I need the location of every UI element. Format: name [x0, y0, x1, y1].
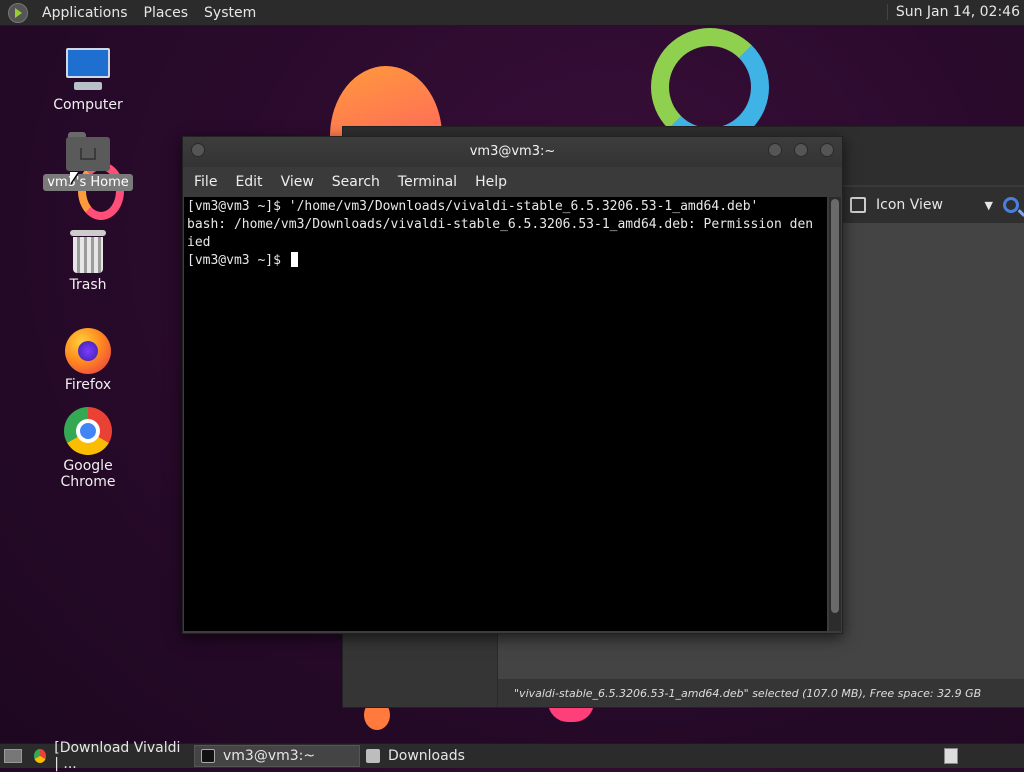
file-manager-toolbar: Icon View ▼: [840, 187, 1024, 223]
menu-terminal[interactable]: Terminal: [389, 174, 466, 190]
chrome-icon: [64, 407, 112, 455]
taskbar-item-label: [Download Vivaldi | ...: [54, 740, 181, 772]
maximize-button[interactable]: [794, 143, 808, 157]
menu-system[interactable]: System: [196, 5, 264, 21]
desktop-icon-home[interactable]: vm3's Home: [38, 132, 138, 191]
taskbar-item-terminal[interactable]: vm3@vm3:~: [194, 745, 360, 767]
desktop-icon-trash[interactable]: Trash: [38, 230, 138, 294]
show-desktop-icon[interactable]: [4, 749, 22, 763]
close-button[interactable]: [820, 143, 834, 157]
terminal-line: bash: /home/vm3/Downloads/vivaldi-stable…: [187, 217, 814, 232]
taskbar-item-browser[interactable]: [Download Vivaldi | ...: [28, 740, 194, 772]
chevron-down-icon[interactable]: ▼: [985, 199, 993, 212]
desktop-icon-label: Trash: [69, 277, 107, 293]
bottom-taskbar: [Download Vivaldi | ... vm3@vm3:~ Downlo…: [0, 740, 1024, 772]
desktop-icon-label: vm3's Home: [43, 174, 133, 191]
view-mode-select[interactable]: Icon View: [876, 197, 943, 213]
terminal-prompt-line: [vm3@vm3 ~]$: [187, 252, 824, 270]
menu-view[interactable]: View: [272, 174, 323, 190]
firefox-icon: [65, 328, 111, 374]
menu-help[interactable]: Help: [466, 174, 516, 190]
terminal-window[interactable]: vm3@vm3:~ File Edit View Search Terminal…: [182, 136, 843, 634]
text-cursor: [290, 252, 298, 267]
clock[interactable]: Sun Jan 14, 02:46: [886, 4, 1020, 20]
menu-file[interactable]: File: [185, 174, 226, 190]
desktop-icon-label: Computer: [53, 97, 123, 113]
trash-applet-icon[interactable]: [944, 748, 958, 764]
computer-icon: [64, 46, 112, 94]
terminal-titlebar[interactable]: vm3@vm3:~: [183, 137, 842, 167]
search-icon[interactable]: [1003, 197, 1019, 213]
home-folder-icon: [66, 132, 110, 172]
menu-places[interactable]: Places: [136, 5, 197, 21]
taskbar-item-downloads[interactable]: Downloads: [360, 745, 526, 767]
taskbar-item-label: vm3@vm3:~: [223, 748, 316, 764]
taskbar-item-label: Downloads: [388, 748, 465, 764]
window-title: vm3@vm3:~: [469, 144, 556, 159]
desktop-icon-computer[interactable]: Computer: [38, 46, 138, 114]
scrollbar-thumb[interactable]: [831, 199, 839, 613]
desktop-icon-label: Firefox: [64, 377, 112, 393]
menu-edit[interactable]: Edit: [226, 174, 271, 190]
menu-applications[interactable]: Applications: [34, 5, 136, 21]
view-mode-icon: [850, 197, 866, 213]
top-panel: Applications Places System Sun Jan 14, 0…: [0, 0, 1024, 26]
terminal-scrollbar[interactable]: [829, 197, 841, 631]
folder-icon: [366, 749, 380, 763]
terminal-output[interactable]: [vm3@vm3 ~]$ '/home/vm3/Downloads/vivald…: [184, 197, 827, 631]
terminal-prompt: [vm3@vm3 ~]$: [187, 253, 289, 268]
terminal-menubar: File Edit View Search Terminal Help: [183, 167, 842, 197]
terminal-line: ied: [187, 235, 211, 250]
file-manager-statusbar: "vivaldi-stable_6.5.3206.53-1_amd64.deb"…: [498, 679, 1024, 707]
desktop-icon-chrome[interactable]: Google Chrome: [38, 407, 138, 491]
menu-search[interactable]: Search: [323, 174, 389, 190]
minimize-button[interactable]: [768, 143, 782, 157]
terminal-line: [vm3@vm3 ~]$ '/home/vm3/Downloads/vivald…: [187, 199, 759, 214]
desktop-icon-label: Google Chrome: [60, 458, 116, 490]
chrome-icon: [34, 749, 47, 763]
desktop-icon-firefox[interactable]: Firefox: [38, 328, 138, 394]
file-manager-location-bar: [840, 223, 1024, 259]
terminal-icon: [201, 749, 215, 763]
trash-icon: [69, 230, 107, 274]
mouse-pointer-icon: [70, 172, 78, 184]
distro-logo-icon[interactable]: [8, 2, 28, 23]
